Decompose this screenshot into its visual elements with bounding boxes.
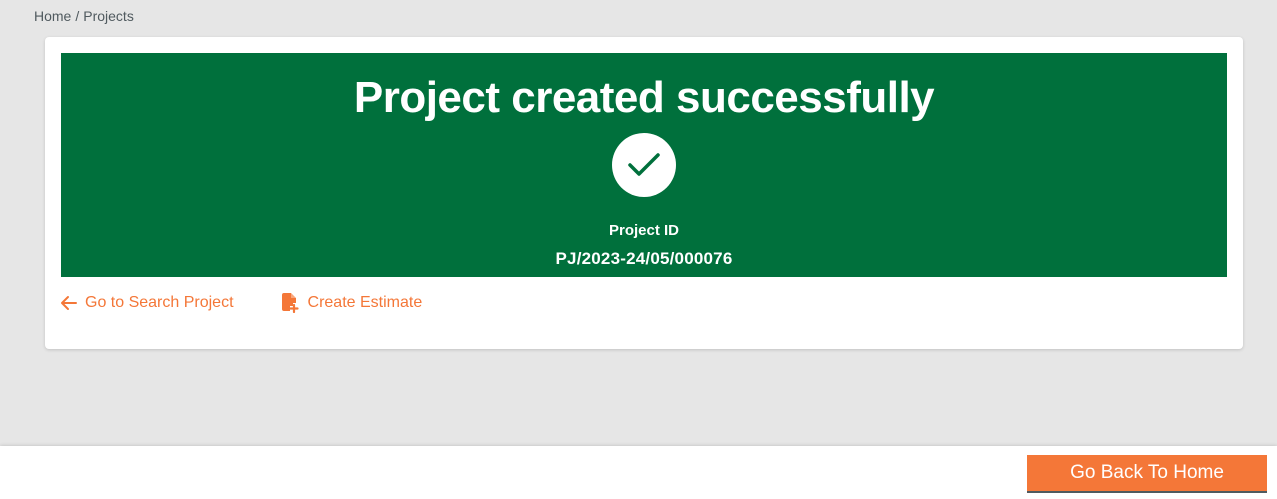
banner-title: Project created successfully	[353, 73, 935, 122]
create-estimate-label: Create Estimate	[307, 294, 423, 311]
file-add-icon	[280, 293, 300, 313]
breadcrumb-separator: /	[75, 8, 80, 24]
success-banner: Project created successfully Project ID …	[61, 53, 1227, 277]
breadcrumb: Home / Projects	[34, 8, 134, 24]
project-id-label: Project ID	[608, 222, 680, 239]
go-to-search-project-link[interactable]: Go to Search Project	[60, 294, 234, 312]
action-bar: Go Back To Home	[0, 446, 1277, 499]
project-id-value: PJ/2023-24/05/000076	[555, 249, 733, 268]
go-to-search-project-label: Go to Search Project	[85, 294, 234, 311]
breadcrumb-home[interactable]: Home	[34, 8, 71, 24]
action-links: Go to Search Project Create Estimate	[60, 293, 422, 313]
go-back-to-home-button[interactable]: Go Back To Home	[1027, 455, 1267, 493]
breadcrumb-projects[interactable]: Projects	[83, 8, 134, 24]
create-estimate-link[interactable]: Create Estimate	[280, 293, 423, 313]
success-card: Project created successfully Project ID …	[45, 37, 1243, 349]
arrow-left-icon	[60, 295, 77, 311]
check-icon	[612, 133, 676, 197]
